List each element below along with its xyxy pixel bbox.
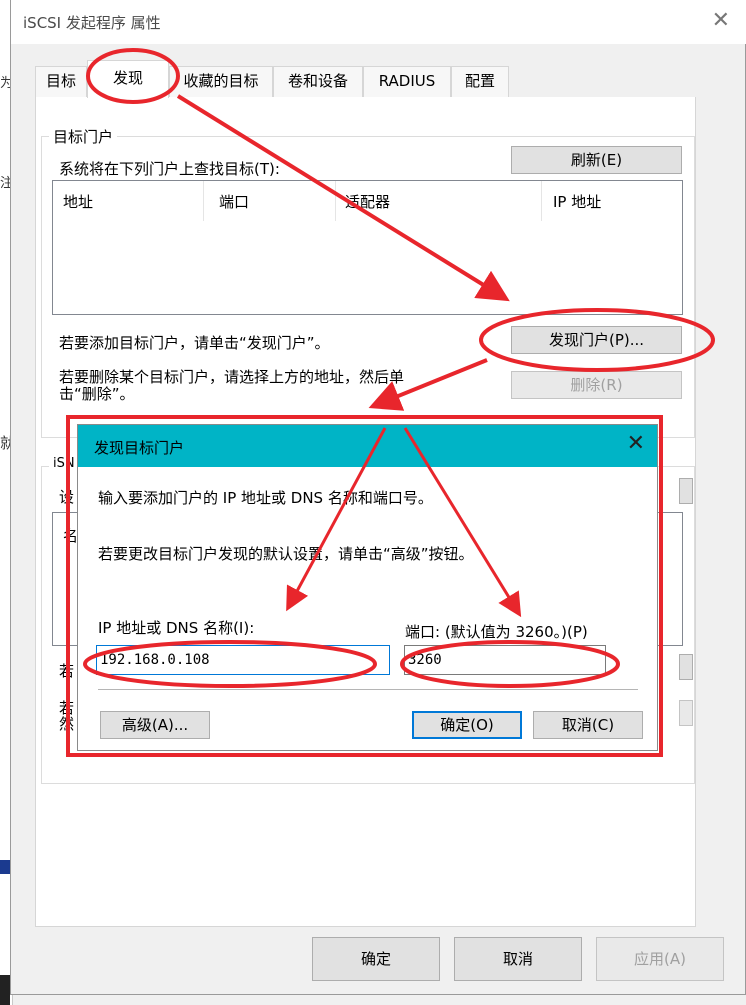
annotation-circle-discover <box>479 308 715 372</box>
annotation-arrow <box>176 94 510 302</box>
annotation-circle-ip <box>83 640 377 688</box>
annotation-arrow <box>403 427 522 618</box>
annotation-circle-tab <box>86 48 180 104</box>
annotation-arrow <box>286 427 387 612</box>
annotation-overlay <box>83 48 715 688</box>
annotation-arrow <box>368 358 488 411</box>
annotation-circle-port <box>400 640 620 688</box>
